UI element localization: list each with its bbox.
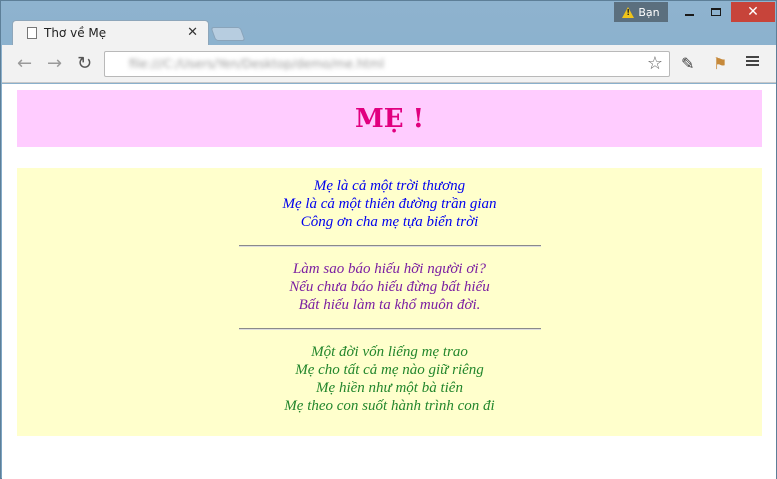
reload-icon[interactable]: ↻ <box>77 53 92 74</box>
profile-label: Bạn <box>638 5 660 19</box>
eyedropper-icon[interactable]: ✎ <box>681 54 694 73</box>
stanza-1: Mẹ là cả một trời thương Mẹ là cả một th… <box>17 177 762 231</box>
heading-banner: MẸ ! <box>17 90 762 147</box>
poem-box: Mẹ là cả một trời thương Mẹ là cả một th… <box>17 168 762 436</box>
maximize-icon <box>711 8 721 16</box>
forward-arrow-icon[interactable]: → <box>47 53 62 74</box>
new-tab-button[interactable] <box>210 27 246 41</box>
tab-close-icon[interactable]: ✕ <box>187 25 198 40</box>
poem-line: Mẹ là cả một trời thương <box>313 178 466 194</box>
poem-line: Một đời vốn liếng mẹ trao <box>311 344 468 360</box>
warning-icon <box>622 6 635 18</box>
stanza-3: Một đời vốn liếng mẹ trao Mẹ cho tất cả … <box>17 343 762 415</box>
tab-title: Thơ về Mẹ <box>44 26 107 40</box>
maximize-button[interactable] <box>703 2 729 22</box>
divider <box>238 245 541 247</box>
poem-line: Làm sao báo hiếu hỡi người ơi? <box>292 261 487 277</box>
poem-line: Nếu chưa báo hiếu đừng bất hiếu <box>289 279 490 295</box>
poem-line: Bất hiếu làm ta khổ muôn đời. <box>298 297 481 313</box>
extension-icon[interactable]: ⚑ <box>713 54 727 73</box>
divider <box>238 328 541 330</box>
tab-active[interactable]: Thơ về Mẹ ✕ <box>12 20 209 45</box>
browser-window: Bạn ✕ Thơ về Mẹ ✕ ← → ↻ file:///C:/Users… <box>0 0 777 479</box>
toolbar: ← → ↻ file:///C:/Users/Yen/Desktop/demo/… <box>2 45 776 83</box>
profile-button[interactable]: Bạn <box>614 2 668 22</box>
address-bar[interactable]: file:///C:/Users/Yen/Desktop/demo/me.htm… <box>104 51 670 77</box>
page-viewport: MẸ ! Mẹ là cả một trời thương Mẹ là cả m… <box>2 84 776 479</box>
back-arrow-icon[interactable]: ← <box>17 53 32 74</box>
bookmark-star-icon[interactable]: ☆ <box>647 53 663 74</box>
poem-line: Mẹ theo con suốt hành trình con đi <box>284 398 495 414</box>
url-text: file:///C:/Users/Yen/Desktop/demo/me.htm… <box>129 57 385 71</box>
poem-line: Công ơn cha mẹ tựa biển trời <box>300 214 479 230</box>
page-heading: MẸ ! <box>354 103 425 134</box>
poem-line: Mẹ là cả một thiên đường trần gian <box>282 196 497 212</box>
close-window-button[interactable]: ✕ <box>731 2 775 22</box>
minimize-icon <box>684 14 694 16</box>
poem-line: Mẹ hiền như một bà tiên <box>316 380 463 396</box>
poem-line: Mẹ cho tất cả mẹ nào giữ riêng <box>295 362 484 378</box>
stanza-2: Làm sao báo hiếu hỡi người ơi? Nếu chưa … <box>17 260 762 314</box>
close-icon: ✕ <box>747 4 759 20</box>
document-icon <box>27 27 37 39</box>
menu-icon[interactable] <box>746 54 759 68</box>
minimize-button[interactable] <box>675 2 703 22</box>
